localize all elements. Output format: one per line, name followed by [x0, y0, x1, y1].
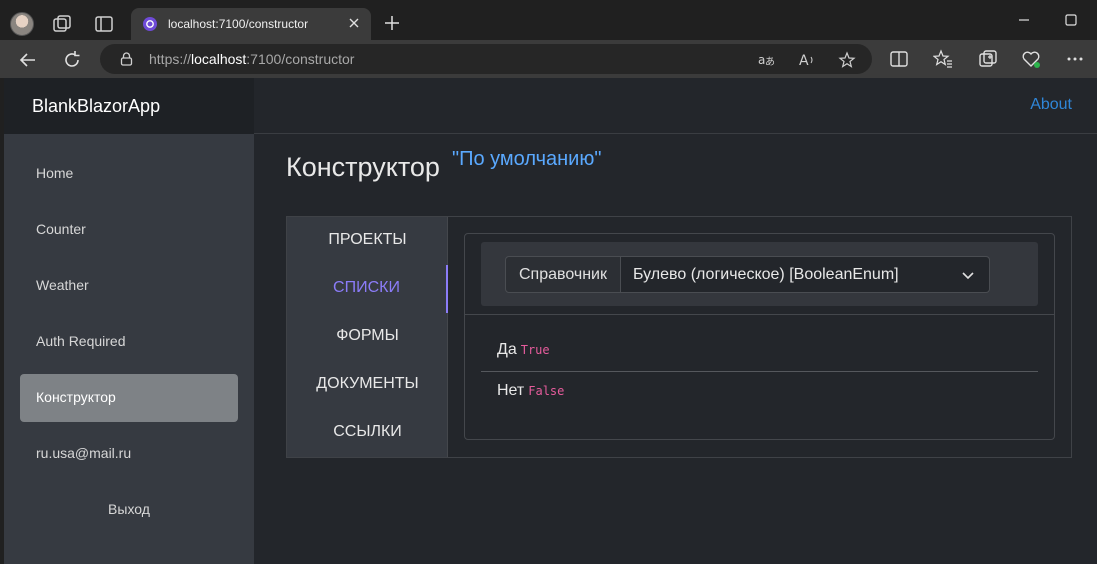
logout-button[interactable]: Выход [20, 486, 238, 534]
nav-item-constructor[interactable]: Конструктор [20, 374, 238, 422]
workspaces-icon[interactable] [51, 13, 73, 35]
list-item[interactable]: Нет False [497, 382, 564, 422]
about-link[interactable]: About [1030, 96, 1072, 114]
nav-item-label: Home [36, 165, 74, 181]
nav-item-label: Weather [36, 277, 89, 293]
card-header: Справочник Булево (логическое) [BooleanE… [481, 242, 1038, 306]
maximize-icon[interactable] [1063, 12, 1079, 28]
item-code: True [520, 343, 550, 357]
tab-label: ФОРМЫ [336, 327, 399, 344]
divider [465, 314, 1054, 315]
directory-select[interactable]: Булево (логическое) [BooleanEnum] [620, 256, 990, 293]
vertical-tabs: ПРОЕКТЫ СПИСКИ ФОРМЫ ДОКУМЕНТЫ ССЫЛКИ [287, 217, 448, 457]
sidebar: BlankBlazorApp Home Counter Weather Auth… [4, 78, 254, 564]
brand-bar: BlankBlazorApp [4, 78, 254, 134]
browser-essentials-icon[interactable] [1021, 49, 1041, 69]
item-name: Нет [497, 382, 525, 399]
top-row: About [254, 78, 1097, 134]
chevron-down-icon [962, 272, 974, 280]
url-host: localhost [191, 51, 247, 67]
directory-label: Справочник [505, 256, 621, 293]
item-code: False [528, 384, 565, 398]
nav-item-label: Counter [36, 221, 86, 237]
blazor-favicon-icon [143, 17, 157, 31]
nav-item-label: ru.usa@mail.ru [36, 445, 132, 461]
item-name: Да [497, 341, 517, 358]
tab-projects[interactable]: ПРОЕКТЫ [287, 217, 448, 265]
list-item[interactable]: Да True [497, 341, 550, 381]
read-aloud-icon[interactable]: A [798, 51, 816, 69]
divider [481, 371, 1038, 372]
directory-card: Справочник Булево (логическое) [BooleanE… [464, 233, 1055, 440]
tab-label: ДОКУМЕНТЫ [316, 375, 419, 392]
tab-label: ССЫЛКИ [333, 423, 402, 440]
tab-lists[interactable]: СПИСКИ [287, 265, 448, 313]
nav-item-auth-required[interactable]: Auth Required [20, 318, 238, 366]
nav-item-label: Конструктор [36, 389, 116, 405]
logout-label: Выход [108, 501, 150, 517]
split-screen-icon[interactable] [889, 49, 909, 69]
tab-forms[interactable]: ФОРМЫ [287, 313, 448, 361]
tab-label: ПРОЕКТЫ [328, 231, 407, 248]
collections-icon[interactable] [978, 49, 998, 69]
nav-item-counter[interactable]: Counter [20, 206, 238, 254]
browser-tab-active[interactable]: localhost:7100/constructor [131, 8, 371, 40]
favorites-icon[interactable] [933, 49, 953, 69]
minimize-icon[interactable] [1016, 12, 1032, 28]
directory-selected-value: Булево (логическое) [BooleanEnum] [633, 266, 899, 283]
nav-item-weather[interactable]: Weather [20, 262, 238, 310]
favorite-star-icon[interactable] [838, 51, 856, 69]
nav-item-home[interactable]: Home [20, 150, 238, 198]
close-tab-icon[interactable] [347, 16, 361, 30]
app-brand[interactable]: BlankBlazorApp [32, 96, 160, 117]
more-menu-icon[interactable] [1065, 49, 1085, 69]
constructor-panel: ПРОЕКТЫ СПИСКИ ФОРМЫ ДОКУМЕНТЫ ССЫЛКИ Сп… [286, 216, 1072, 458]
new-tab-icon[interactable] [384, 15, 400, 31]
lock-icon[interactable] [120, 52, 133, 66]
tab-label: СПИСКИ [333, 279, 400, 296]
browser-toolbar: https://localhost:7100/constructor a あ A [0, 40, 1097, 78]
tab-title: localhost:7100/constructor [168, 17, 309, 31]
nav-item-label: Auth Required [36, 333, 126, 349]
svg-text:A: A [799, 53, 809, 69]
tab-links[interactable]: ССЫЛКИ [287, 409, 448, 457]
svg-text:あ: あ [765, 56, 775, 68]
tab-actions-icon[interactable] [93, 13, 115, 35]
project-name-link[interactable]: "По умолчанию" [452, 148, 601, 171]
url-scheme: https:// [149, 51, 192, 67]
address-bar[interactable]: https://localhost:7100/constructor a あ A [100, 44, 872, 74]
url-path: :7100/constructor [246, 51, 355, 67]
browser-tab-strip: localhost:7100/constructor [0, 0, 1097, 40]
page-title: Конструктор [286, 152, 440, 182]
translate-icon[interactable]: a あ [757, 51, 775, 69]
app-root: BlankBlazorApp Home Counter Weather Auth… [4, 78, 1097, 564]
refresh-icon[interactable] [62, 50, 82, 70]
back-icon[interactable] [18, 50, 38, 70]
nav-item-user-email[interactable]: ru.usa@mail.ru [20, 430, 238, 478]
tab-documents[interactable]: ДОКУМЕНТЫ [287, 361, 448, 409]
profile-avatar[interactable] [10, 12, 34, 36]
url-text: https://localhost:7100/constructor [149, 51, 354, 67]
